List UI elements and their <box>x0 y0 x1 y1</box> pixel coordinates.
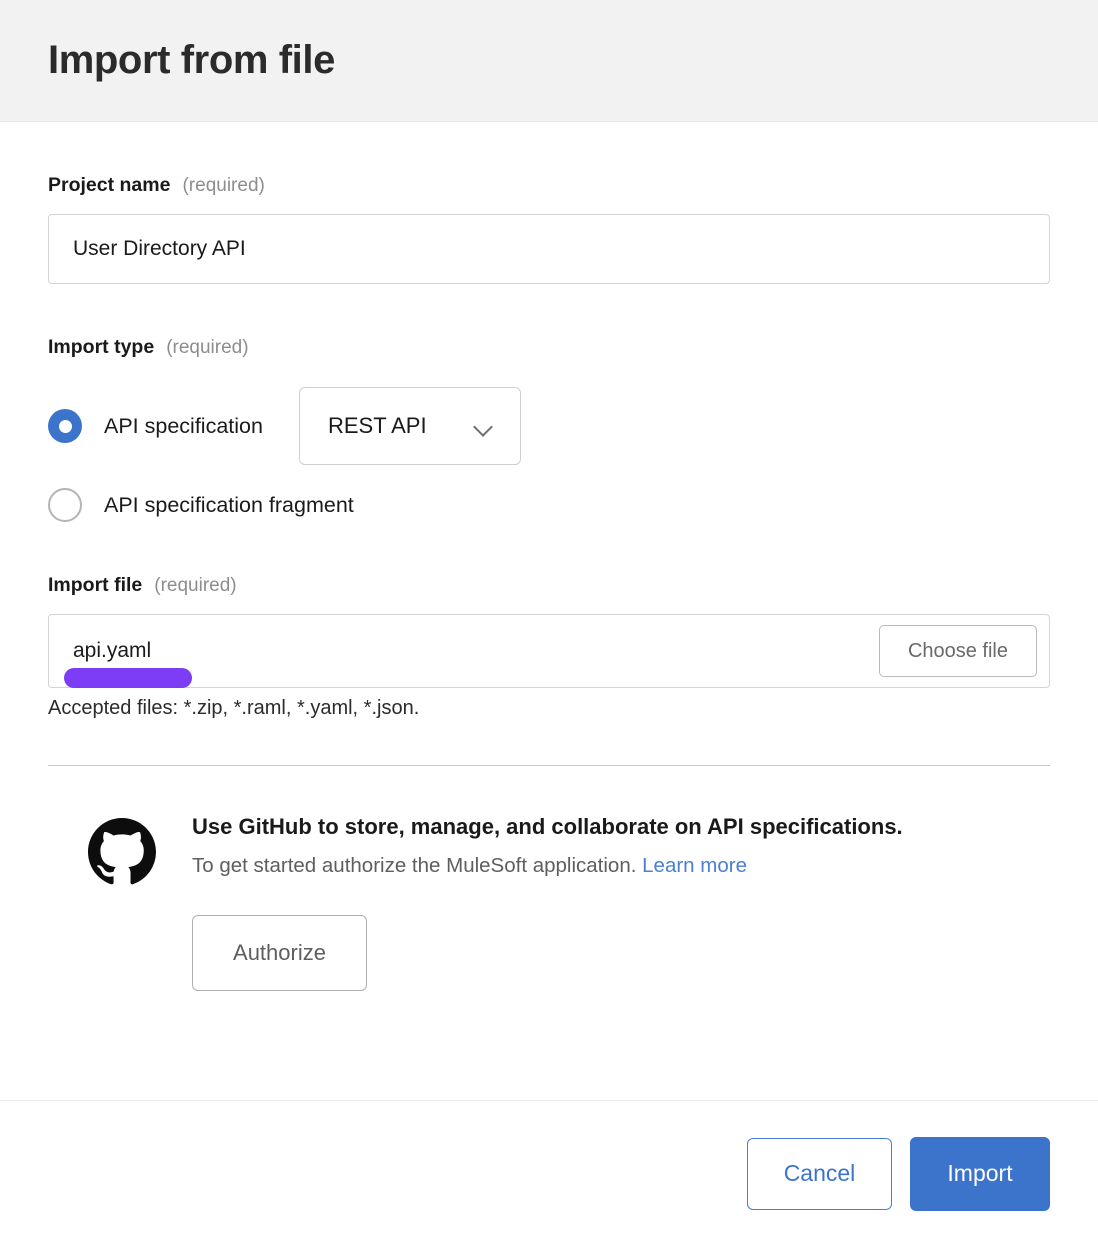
radio-api-specification[interactable] <box>48 409 82 443</box>
radio-row-api-specification[interactable]: API specification REST API <box>48 387 1050 465</box>
import-type-required-note: (required) <box>166 337 248 359</box>
project-name-value: User Directory API <box>73 237 246 261</box>
import-button[interactable]: Import <box>910 1137 1050 1211</box>
import-type-label-text: Import type <box>48 336 154 359</box>
cancel-button[interactable]: Cancel <box>747 1138 892 1210</box>
accepted-files-hint: Accepted files: *.zip, *.raml, *.yaml, *… <box>48 697 1050 720</box>
file-name-highlight <box>64 668 192 688</box>
spec-format-selected-value: REST API <box>328 413 427 439</box>
radio-row-api-specification-fragment[interactable]: API specification fragment <box>48 488 1050 522</box>
import-file-required-note: (required) <box>154 575 236 597</box>
import-file-input[interactable]: api.yaml Choose file <box>48 614 1050 688</box>
dialog-header: Import from file <box>0 0 1098 122</box>
radio-api-specification-fragment[interactable] <box>48 488 82 522</box>
section-divider <box>48 765 1050 766</box>
dialog-footer: Cancel Import <box>0 1101 1098 1246</box>
github-promo-block: Use GitHub to store, manage, and collabo… <box>48 814 1050 991</box>
radio-api-specification-fragment-label: API specification fragment <box>104 493 354 518</box>
github-text-block: Use GitHub to store, manage, and collabo… <box>192 814 903 991</box>
import-file-name: api.yaml <box>73 639 151 663</box>
github-icon <box>88 818 156 991</box>
authorize-button[interactable]: Authorize <box>192 915 367 991</box>
project-name-label: Project name (required) <box>48 174 1050 197</box>
github-promo-title: Use GitHub to store, manage, and collabo… <box>192 814 903 840</box>
import-from-file-dialog: Import from file Project name (required)… <box>0 0 1098 1246</box>
project-name-label-text: Project name <box>48 174 170 197</box>
import-file-label-text: Import file <box>48 574 142 597</box>
choose-file-button[interactable]: Choose file <box>879 625 1037 677</box>
page-title: Import from file <box>48 38 335 83</box>
learn-more-link[interactable]: Learn more <box>642 854 747 877</box>
spec-format-dropdown[interactable]: REST API <box>299 387 521 465</box>
radio-api-specification-label: API specification <box>104 414 263 439</box>
chevron-down-icon <box>474 420 494 432</box>
import-type-label: Import type (required) <box>48 336 1050 359</box>
dialog-body: Project name (required) User Directory A… <box>0 174 1098 991</box>
project-name-required-note: (required) <box>182 175 264 197</box>
import-file-label: Import file (required) <box>48 574 1050 597</box>
github-promo-subtitle-text: To get started authorize the MuleSoft ap… <box>192 854 636 877</box>
github-promo-subtitle: To get started authorize the MuleSoft ap… <box>192 854 903 878</box>
project-name-input[interactable]: User Directory API <box>48 214 1050 284</box>
